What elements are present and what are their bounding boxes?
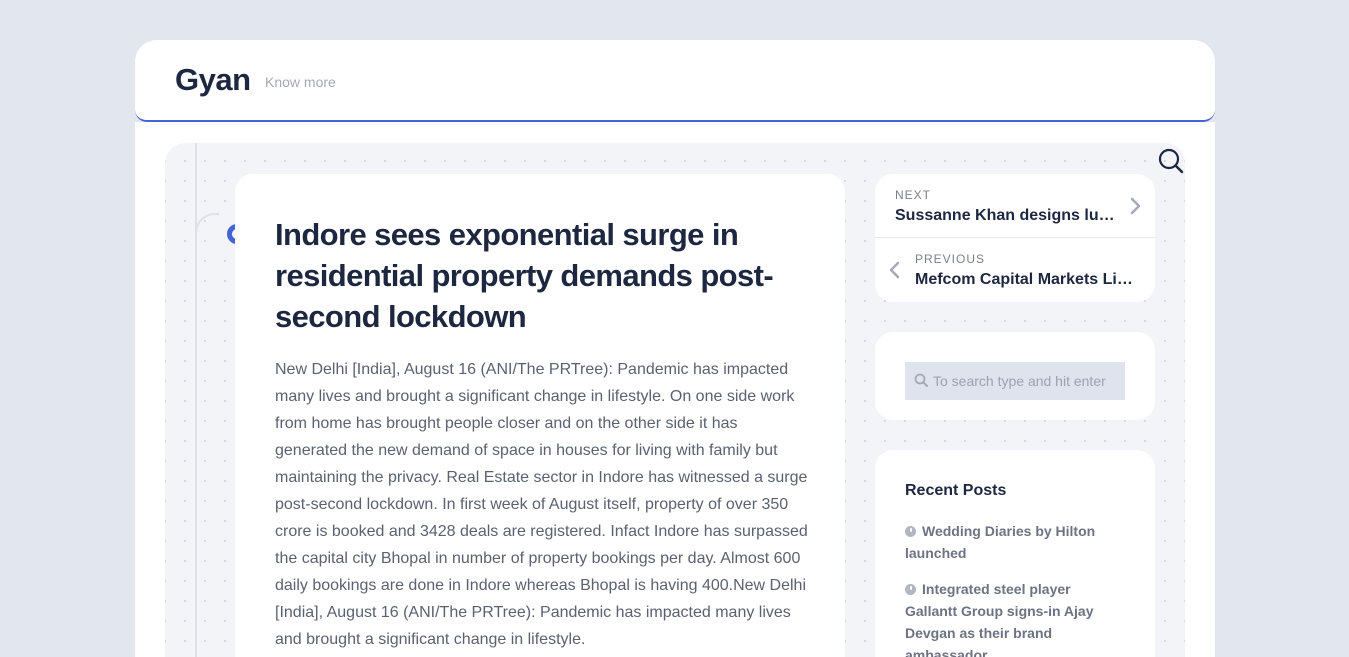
clock-icon [905, 584, 916, 595]
previous-post-label: PREVIOUS [915, 252, 986, 266]
post-navigation: NEXT Sussanne Khan designs luxury home P… [875, 174, 1155, 302]
search-widget [875, 332, 1155, 420]
site-title[interactable]: Gyan [175, 62, 251, 98]
recent-posts-widget: Recent Posts Wedding Diaries by Hilton l… [875, 450, 1155, 657]
site-header: Gyan Know more [135, 40, 1215, 122]
clock-icon [905, 526, 916, 537]
article-title: Indore sees exponential surge in residen… [275, 217, 774, 334]
previous-post-title[interactable]: Mefcom Capital Markets Limited [915, 271, 1137, 289]
search-icon [1158, 148, 1184, 174]
recent-post-title[interactable]: Wedding Diaries by Hilton launched [905, 523, 1095, 561]
chevron-left-icon [889, 261, 900, 279]
article-body: New Delhi [India], August 16 (ANI/The PR… [275, 361, 808, 648]
next-post-link[interactable]: NEXT Sussanne Khan designs luxury home [875, 174, 1155, 238]
next-post-label: NEXT [895, 188, 932, 202]
next-post-title[interactable]: Sussanne Khan designs luxury home [895, 207, 1115, 225]
recent-post-title[interactable]: Integrated steel player Gallantt Group s… [905, 581, 1094, 657]
chevron-right-icon [1130, 197, 1141, 215]
article-card: Indore sees exponential surge in residen… [235, 174, 845, 657]
recent-post-item[interactable]: Wedding Diaries by Hilton launched [905, 520, 1125, 564]
search-toggle-button[interactable] [1157, 147, 1185, 175]
timeline-connector [195, 213, 219, 237]
timeline-line [195, 143, 197, 657]
recent-post-item[interactable]: Integrated steel player Gallantt Group s… [905, 578, 1125, 657]
search-input[interactable] [933, 362, 1123, 400]
dotted-background-panel: Indore sees exponential surge in residen… [165, 143, 1185, 657]
search-icon [914, 373, 928, 387]
recent-posts-list: Wedding Diaries by Hilton launched Integ… [905, 520, 1125, 657]
site-tagline: Know more [265, 74, 336, 90]
recent-posts-heading: Recent Posts [905, 482, 1007, 499]
content-area: Indore sees exponential surge in residen… [135, 122, 1215, 657]
previous-post-link[interactable]: PREVIOUS Mefcom Capital Markets Limited [875, 238, 1155, 302]
search-box [905, 362, 1125, 400]
